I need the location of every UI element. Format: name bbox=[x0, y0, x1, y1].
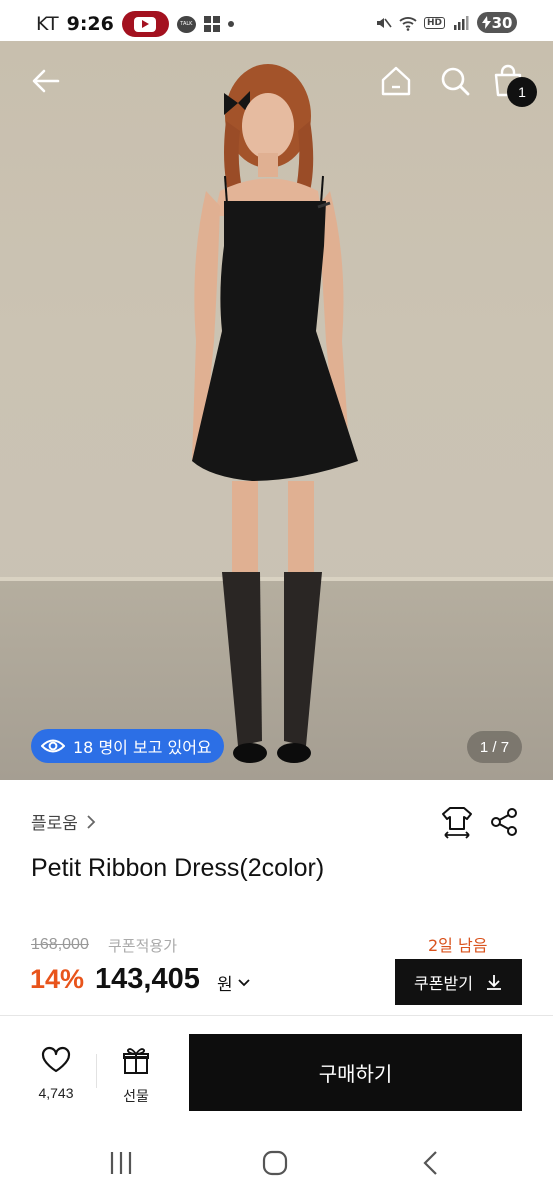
kakaotalk-icon: TALK bbox=[176, 15, 196, 33]
gift-icon bbox=[123, 1048, 149, 1074]
download-icon bbox=[486, 975, 501, 990]
charging-icon bbox=[481, 16, 491, 29]
signal-icon bbox=[454, 15, 469, 30]
like-button[interactable]: 4,743 bbox=[28, 1046, 84, 1101]
currency-label: 원 bbox=[217, 975, 233, 995]
gift-label: 선물 bbox=[123, 1089, 149, 1105]
more-notifications-icon bbox=[227, 21, 234, 27]
product-photo bbox=[192, 64, 358, 763]
original-price: 168,000 bbox=[31, 936, 89, 953]
get-coupon-label: 쿠폰받기 bbox=[414, 974, 473, 993]
system-navigation-bar bbox=[0, 1126, 553, 1200]
cart-count-badge: 1 bbox=[507, 77, 537, 107]
price-details-toggle[interactable]: 원 bbox=[217, 970, 251, 995]
status-left: KT 9:26 TALK bbox=[36, 11, 234, 37]
clock: 9:26 bbox=[66, 13, 114, 35]
sale-price: 143,405 bbox=[95, 963, 200, 995]
get-coupon-button[interactable]: 쿠폰받기 bbox=[395, 959, 522, 1005]
gift-button[interactable]: 선물 bbox=[110, 1046, 162, 1106]
coupon-price-label: 쿠폰적용가 bbox=[108, 937, 178, 955]
chevron-right-icon bbox=[87, 814, 96, 829]
hd-voice-icon: HD bbox=[423, 16, 445, 29]
like-count: 4,743 bbox=[38, 1085, 74, 1101]
app-notification-icon bbox=[203, 16, 220, 32]
status-bar: KT 9:26 TALK HD 30 bbox=[0, 0, 553, 44]
youtube-icon bbox=[121, 11, 169, 37]
live-viewers-text: 18 명이 보고 있어요 bbox=[73, 738, 212, 757]
discount-rate: 14% bbox=[30, 964, 85, 994]
wifi-icon bbox=[399, 16, 417, 31]
recent-apps-icon[interactable] bbox=[107, 1150, 135, 1176]
heart-icon bbox=[41, 1046, 71, 1073]
brand-link[interactable]: 플로움 bbox=[31, 809, 96, 834]
share-icon[interactable] bbox=[488, 806, 520, 838]
product-title: Petit Ribbon Dress(2color) bbox=[31, 854, 325, 882]
battery-level: 30 bbox=[491, 13, 513, 32]
section-divider bbox=[0, 1015, 553, 1016]
brand-name: 플로움 bbox=[31, 814, 78, 834]
system-back-icon[interactable] bbox=[418, 1150, 444, 1176]
action-separator bbox=[96, 1054, 97, 1088]
home-icon[interactable] bbox=[378, 63, 414, 99]
eye-icon bbox=[41, 739, 65, 753]
battery-indicator: 30 bbox=[477, 12, 517, 33]
coupon-days-left: 2일 남음 bbox=[428, 936, 488, 955]
mute-icon bbox=[376, 17, 392, 28]
live-viewers-badge: 18 명이 보고 있어요 bbox=[31, 729, 224, 763]
carrier-label: KT bbox=[36, 13, 59, 35]
image-page-indicator: 1 / 7 bbox=[467, 731, 522, 763]
size-guide-icon[interactable] bbox=[440, 805, 474, 839]
status-right: HD 30 bbox=[374, 12, 517, 33]
system-home-icon[interactable] bbox=[262, 1150, 288, 1176]
search-icon[interactable] bbox=[437, 63, 473, 99]
product-image-carousel[interactable]: 1 18 명이 보고 있어요 1 / 7 bbox=[0, 41, 553, 780]
chevron-down-icon bbox=[238, 978, 250, 986]
buy-button[interactable]: 구매하기 bbox=[189, 1034, 522, 1111]
back-arrow-icon[interactable] bbox=[28, 63, 64, 99]
